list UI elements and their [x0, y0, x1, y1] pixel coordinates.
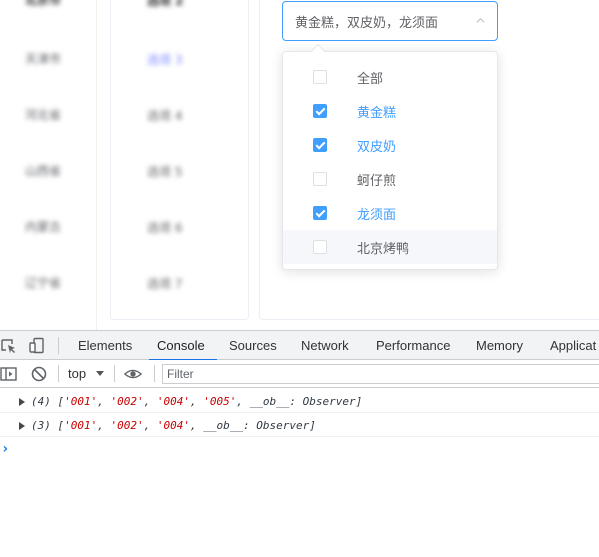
toolbar-separator	[114, 365, 115, 382]
checkbox-checked-icon[interactable]	[313, 206, 327, 220]
checkbox-icon[interactable]	[313, 240, 327, 254]
console-toolbar: top	[0, 360, 599, 388]
tab-memory[interactable]: Memory	[476, 331, 523, 360]
console-log-entry[interactable]: (4) ['001', '002', '004', '005', __ob__:…	[0, 390, 599, 413]
checkbox-icon[interactable]	[313, 70, 327, 84]
devtools-panel: Elements Console Sources Network Perform…	[0, 330, 599, 557]
caret-down-icon	[96, 371, 104, 376]
toolbar-separator	[154, 365, 155, 382]
tab-network[interactable]: Network	[301, 331, 349, 360]
console-log-entry[interactable]: (3) ['001', '002', '004', __ob__: Observ…	[0, 414, 599, 437]
region-item[interactable]: 天津市	[25, 50, 61, 67]
checkbox-icon[interactable]	[313, 172, 327, 186]
tab-sources[interactable]: Sources	[229, 331, 277, 360]
select-option[interactable]: 黄金糕	[283, 94, 497, 128]
select-option[interactable]: 蚵仔煎	[283, 162, 497, 196]
context-selector[interactable]: top	[68, 366, 86, 381]
option-list-item[interactable]: 选项 4	[147, 107, 182, 124]
tab-elements[interactable]: Elements	[78, 331, 132, 360]
option-list-item[interactable]: 选项 6	[147, 219, 182, 236]
tab-console[interactable]: Console	[149, 331, 217, 361]
filter-input[interactable]	[162, 364, 599, 384]
checkbox-checked-icon[interactable]	[313, 104, 327, 118]
console-log-text: (4) ['001', '002', '004', '005', __ob__:…	[31, 395, 363, 408]
option-label: 双皮奶	[357, 139, 397, 155]
region-item[interactable]: 辽宁省	[25, 274, 61, 291]
toolbar-separator	[58, 365, 59, 382]
select-option[interactable]: 双皮奶	[283, 128, 497, 162]
select-option[interactable]: 全部	[283, 60, 497, 94]
option-label: 龙须面	[357, 207, 397, 223]
console-log-text: (3) ['001', '002', '004', __ob__: Observ…	[31, 419, 316, 432]
clear-console-icon[interactable]	[30, 365, 48, 383]
region-item[interactable]: 河北省	[25, 106, 61, 123]
tab-performance[interactable]: Performance	[376, 331, 450, 360]
region-item[interactable]: 北京市	[25, 0, 61, 8]
select-option[interactable]: 龙须面	[283, 196, 497, 230]
option-list-item[interactable]: 选项 7	[147, 275, 182, 292]
select-value: 黄金糕，双皮奶，龙须面	[295, 15, 439, 31]
option-label: 北京烤鸭	[357, 241, 410, 257]
device-toolbar-icon[interactable]	[28, 337, 46, 355]
tab-application[interactable]: Applicat	[550, 331, 596, 360]
option-list-item[interactable]: 选项 5	[147, 163, 182, 180]
option-list-item[interactable]: 选项 2	[147, 0, 184, 9]
devtools-tabbar: Elements Console Sources Network Perform…	[0, 331, 599, 361]
option-label: 蚵仔煎	[357, 173, 397, 189]
multi-select-input[interactable]: 黄金糕，双皮奶，龙须面	[282, 1, 498, 41]
expand-triangle-icon[interactable]	[19, 398, 25, 406]
region-item[interactable]: 山西省	[25, 162, 61, 179]
option-list-item[interactable]: 选项 3	[147, 51, 182, 68]
select-option[interactable]: 北京烤鸭	[283, 230, 497, 264]
eye-icon[interactable]	[124, 365, 142, 383]
option-label: 黄金糕	[357, 105, 397, 121]
inspect-element-icon[interactable]	[0, 337, 18, 355]
expand-triangle-icon[interactable]	[19, 422, 25, 430]
option-list-card: 选项 2 选项 3 选项 4 选项 5 选项 6 选项 7	[110, 0, 249, 320]
console-prompt[interactable]: ›	[1, 441, 9, 457]
select-dropdown: 全部 黄金糕 双皮奶 蚵仔煎 龙须面 北京烤鸭	[282, 43, 498, 270]
sidebar-toggle-icon[interactable]	[0, 365, 18, 383]
tab-separator	[58, 337, 59, 354]
app-area: 北京市 天津市 河北省 山西省 内蒙古 辽宁省 选项 2 选项 3 选项 4 选…	[0, 0, 599, 330]
region-list-column: 北京市 天津市 河北省 山西省 内蒙古 辽宁省	[0, 0, 96, 330]
option-label: 全部	[357, 71, 384, 87]
column-divider	[96, 0, 97, 330]
checkbox-checked-icon[interactable]	[313, 138, 327, 152]
chevron-up-icon	[476, 17, 485, 23]
region-item[interactable]: 内蒙古	[25, 218, 61, 235]
